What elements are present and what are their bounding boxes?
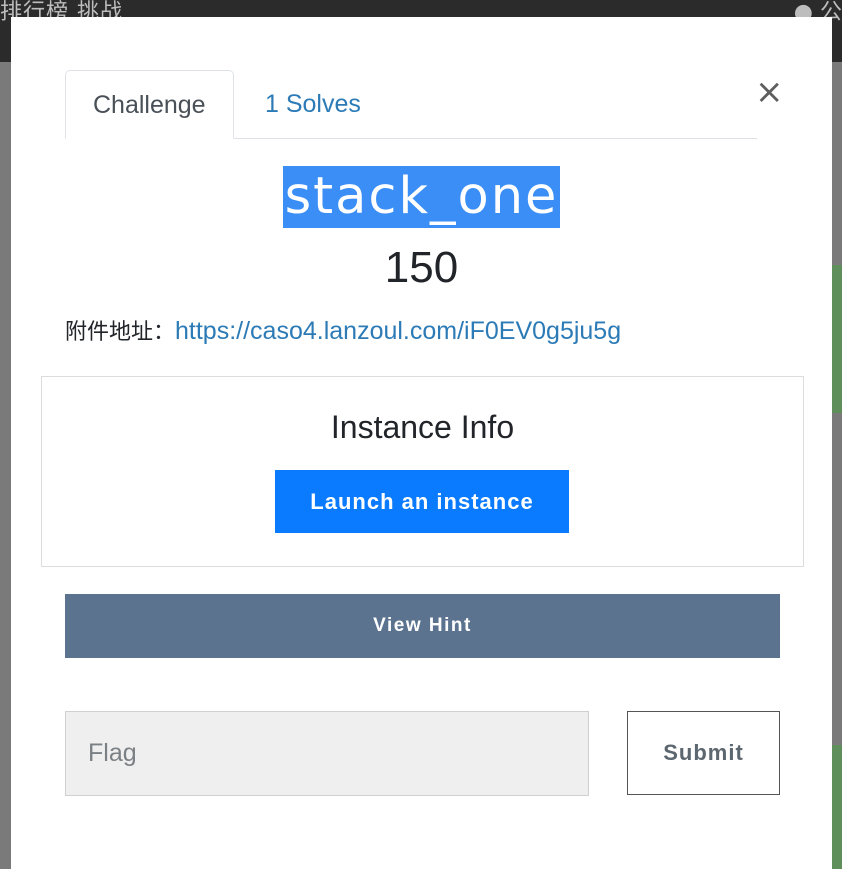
close-icon[interactable]: × (755, 75, 784, 109)
tab-solves[interactable]: 1 Solves (238, 70, 388, 138)
tab-challenge[interactable]: Challenge (65, 70, 234, 139)
challenge-tabs: Challenge 1 Solves (65, 70, 757, 139)
attachment-label: 附件地址： (65, 320, 176, 345)
challenge-points: 150 (384, 243, 459, 292)
challenge-title-wrap: stack_one (11, 166, 832, 228)
flag-input[interactable] (65, 711, 589, 796)
challenge-title: stack_one (282, 166, 561, 228)
instance-info-title: Instance Info (330, 409, 515, 445)
instance-info-panel: Instance Info Launch an instance (41, 376, 804, 567)
launch-instance-button[interactable]: Launch an instance (275, 470, 569, 533)
challenge-modal: Challenge 1 Solves × stack_one 150 附件地址：… (11, 17, 832, 869)
attachment-link[interactable]: https://caso4.lanzoul.com/iF0EV0g5ju5g (175, 317, 621, 345)
submit-button[interactable]: Submit (627, 711, 780, 795)
attachment-line: 附件地址：https://caso4.lanzoul.com/iF0EV0g5j… (65, 314, 621, 346)
view-hint-button[interactable]: View Hint (65, 594, 780, 658)
